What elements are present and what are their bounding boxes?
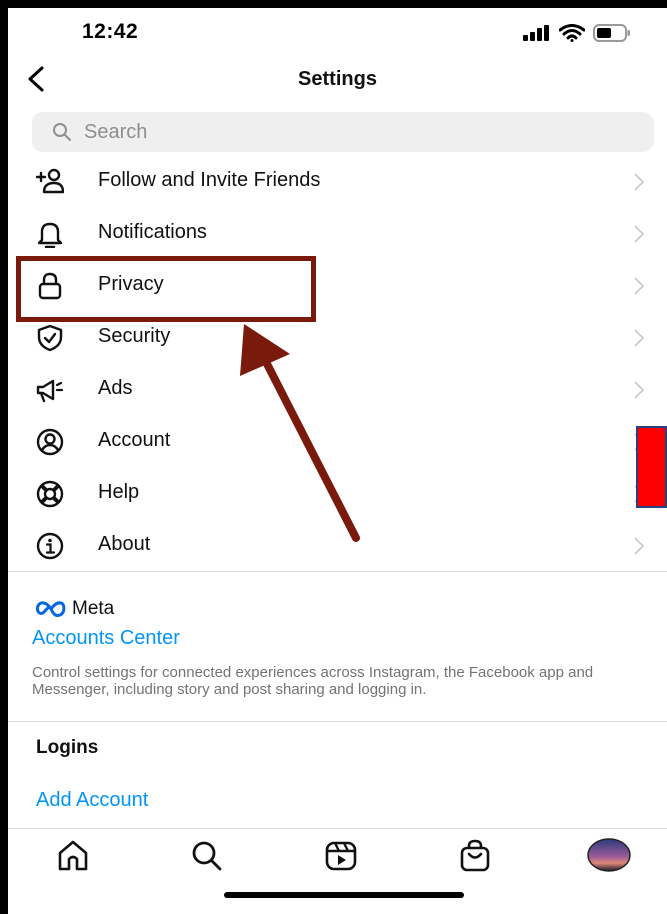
settings-item-ads[interactable]: Ads: [8, 364, 667, 416]
megaphone-icon: [36, 379, 64, 403]
bell-icon: [37, 222, 63, 248]
privacy-highlight-box: [16, 256, 316, 322]
settings-item-about[interactable]: About: [8, 520, 667, 572]
add-person-icon: [36, 168, 64, 194]
home-indicator: [224, 892, 464, 898]
header: Settings: [8, 58, 667, 102]
search-input[interactable]: [84, 120, 624, 144]
meta-brand-text: Meta: [72, 598, 115, 619]
settings-item-help[interactable]: Help: [8, 468, 667, 520]
section-divider: [8, 571, 667, 572]
bottom-tab-bar: [8, 828, 667, 914]
settings-item-label: Ads: [98, 377, 133, 399]
settings-item-account[interactable]: Account: [8, 416, 667, 468]
signal-icon: [523, 25, 549, 41]
logins-title: Logins: [36, 737, 99, 758]
settings-item-follow-invite[interactable]: Follow and Invite Friends: [8, 156, 667, 208]
search-bar[interactable]: [32, 112, 654, 152]
meta-description: Control settings for connected experienc…: [32, 664, 594, 698]
battery-icon: [593, 24, 630, 42]
red-marker: [636, 426, 667, 508]
search-icon[interactable]: [190, 839, 224, 873]
chevron-right-icon: [634, 277, 645, 295]
accounts-center-link[interactable]: Accounts Center: [32, 627, 180, 650]
chevron-right-icon: [634, 173, 645, 191]
meta-logo: Meta: [34, 598, 114, 620]
settings-item-label: About: [98, 533, 151, 555]
reels-icon[interactable]: [324, 839, 358, 873]
settings-item-label: Help: [98, 481, 140, 503]
home-icon[interactable]: [56, 839, 90, 873]
settings-item-label: Notifications: [98, 221, 207, 243]
shield-check-icon: [37, 324, 63, 352]
chevron-right-icon: [634, 381, 645, 399]
add-account-link[interactable]: Add Account: [36, 789, 148, 812]
section-divider: [8, 721, 667, 722]
chevron-right-icon: [634, 537, 645, 555]
meta-infinity-icon: [36, 601, 66, 617]
profile-avatar[interactable]: [586, 837, 632, 873]
status-bar: 12:42: [8, 8, 667, 56]
info-icon: [36, 532, 64, 560]
status-time: 12:42: [82, 20, 139, 43]
status-icons: [523, 24, 631, 42]
settings-item-label: Security: [98, 325, 171, 347]
account-circle-icon: [36, 428, 64, 456]
page-title: Settings: [298, 68, 377, 90]
settings-item-notifications[interactable]: Notifications: [8, 208, 667, 260]
settings-screen: 12:42 Settings Search Follow and Invite …: [8, 8, 667, 914]
chevron-right-icon: [634, 225, 645, 243]
lifebuoy-icon: [36, 480, 64, 508]
chevron-right-icon: [634, 329, 645, 347]
settings-list: Follow and Invite Friends Notifications …: [8, 156, 667, 572]
wifi-icon: [559, 24, 585, 42]
search-icon: [53, 123, 71, 141]
settings-item-label: Account: [98, 429, 171, 451]
shop-icon[interactable]: [458, 839, 492, 873]
settings-item-label: Follow and Invite Friends: [98, 169, 321, 191]
